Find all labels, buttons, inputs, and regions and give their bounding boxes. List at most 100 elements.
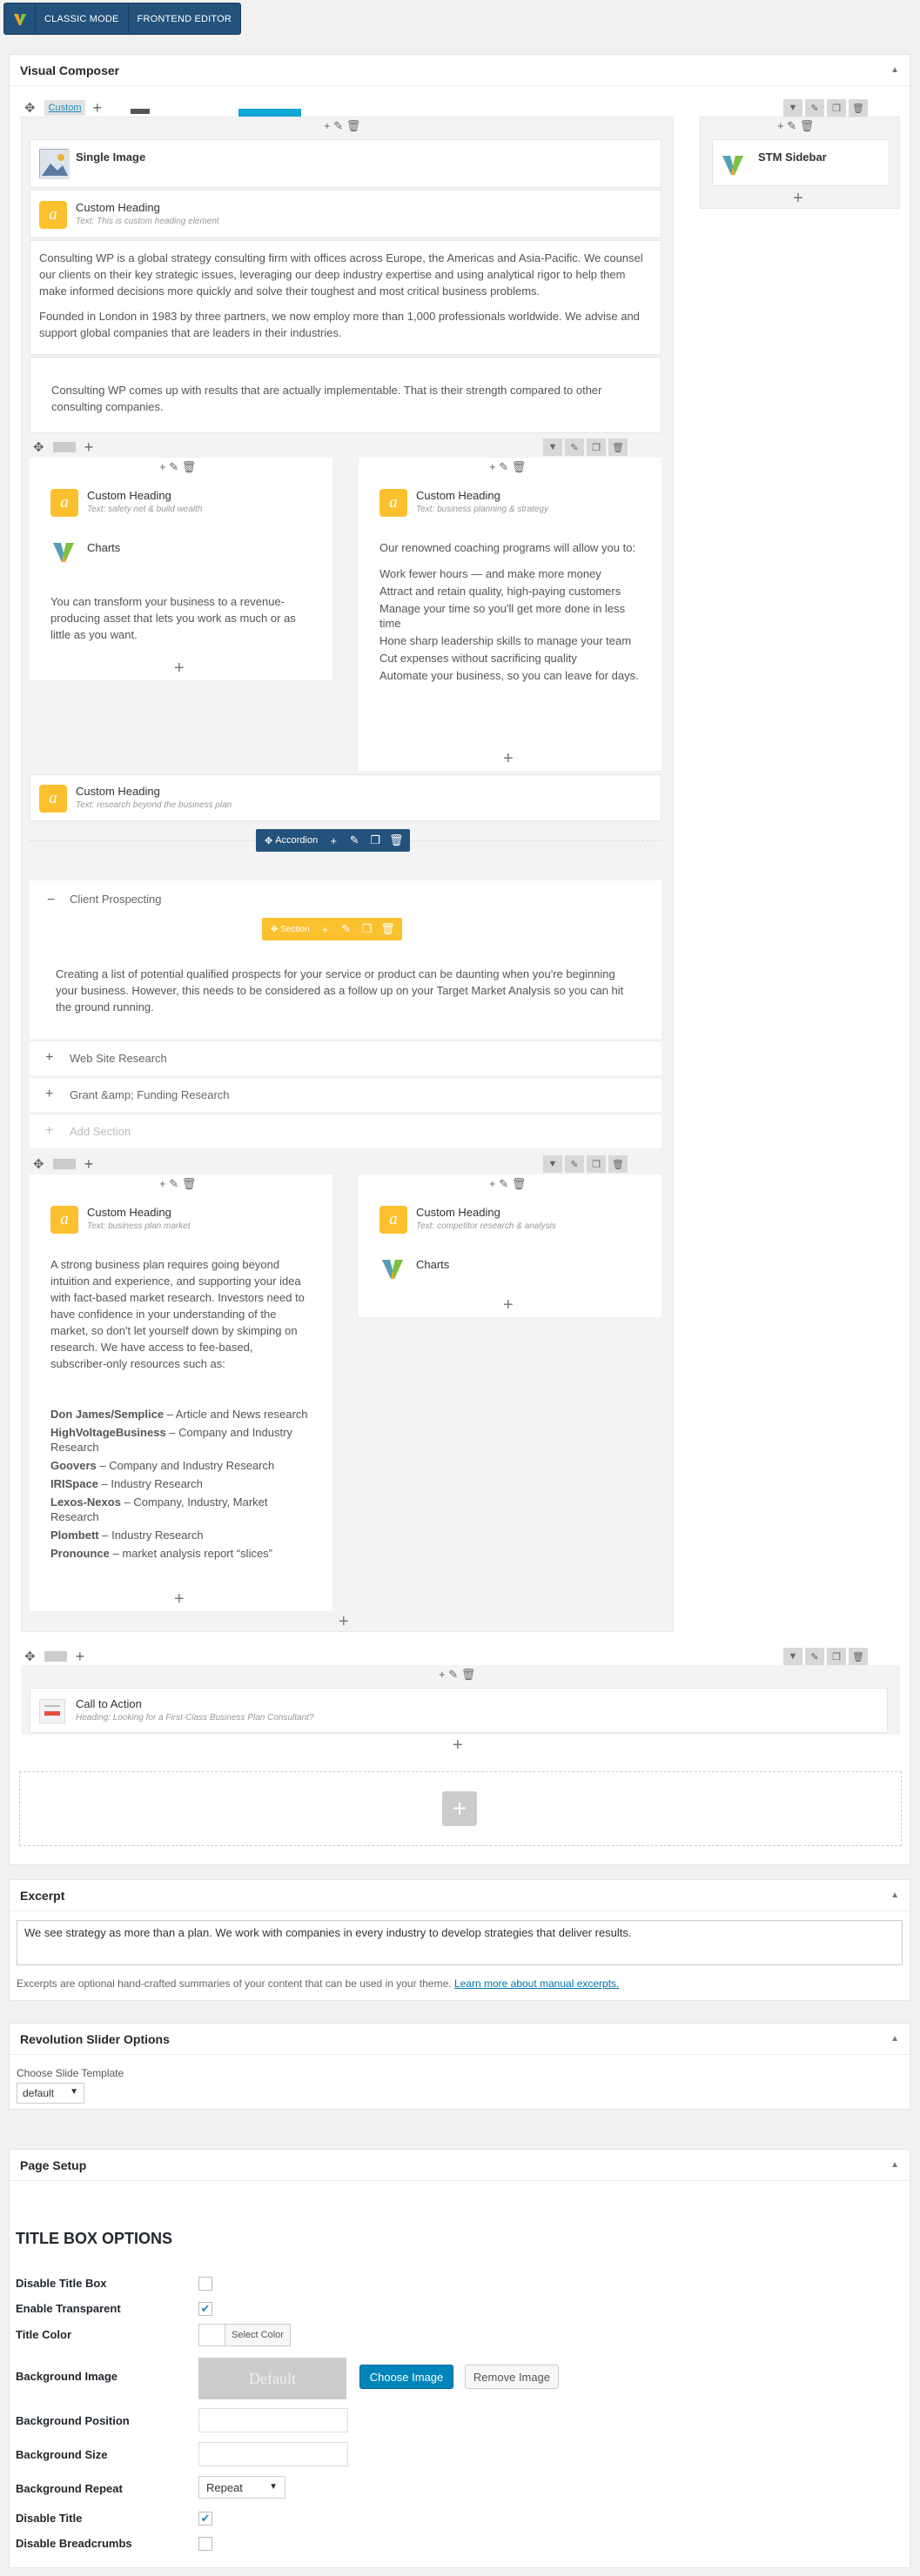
accordion-section-closed[interactable]: + Grant &amp; Funding Research [30,1077,661,1112]
move-icon[interactable]: ✥ [33,1158,44,1171]
row-clone-icon[interactable]: ❐ [587,1155,606,1173]
slide-template-select[interactable]: default ▼ [17,2083,84,2104]
accordion-section-closed[interactable]: + Web Site Research [30,1040,661,1075]
row-edit-icon[interactable]: ✎ [805,99,824,117]
sidebar-column-controls[interactable]: + ✎ 🗑 [777,120,814,131]
row-clone-icon[interactable]: ❐ [587,438,606,456]
background-size-input[interactable] [198,2442,348,2466]
charts-element-title[interactable]: Charts [87,541,120,554]
move-icon[interactable]: ✥ [24,102,36,115]
inner-row-layout-button[interactable] [52,1159,76,1169]
column-controls[interactable]: + ✎ 🗑 [489,461,526,472]
row-layout-button[interactable] [44,1651,67,1662]
section-move-icon[interactable]: ✥ Section [265,920,315,939]
add-element-icon[interactable]: + [503,750,514,767]
custom-heading-element[interactable]: Custom Heading Text: safety net & build … [87,489,203,514]
background-position-input[interactable] [198,2408,348,2432]
vc-panel-header[interactable]: Visual Composer ▲ [10,55,910,86]
collapse-toggle-icon[interactable]: ▲ [890,2160,899,2170]
row-clone-icon[interactable]: ❐ [827,99,846,117]
section-edit-icon[interactable]: ✎ [336,920,357,939]
text-block-element[interactable]: A strong business plan requires going be… [50,1256,312,1564]
collapse-toggle-icon[interactable]: ▲ [890,1890,899,1900]
add-column-icon[interactable]: + [84,1156,94,1172]
section-title[interactable]: Client Prospecting [70,893,162,906]
custom-heading-element[interactable]: Custom Heading Text: business plan marke… [87,1206,191,1231]
section-expand-icon[interactable]: + [45,1050,53,1066]
custom-heading-element[interactable]: a Custom Heading Text: research beyond t… [30,774,661,821]
add-element-icon[interactable]: + [453,1736,463,1754]
add-column-icon[interactable]: + [84,439,94,455]
text-block-paragraph[interactable]: You can transform your business to a rev… [50,593,312,643]
excerpt-panel-header[interactable]: Excerpt ▲ [10,1880,910,1911]
call-to-action-element[interactable]: Call to Action Heading: Looking for a Fi… [30,1688,888,1733]
section-clone-icon[interactable]: ❐ [357,920,378,939]
collapse-toggle-icon[interactable]: ▲ [890,65,899,75]
revslider-panel-header[interactable]: Revolution Slider Options ▲ [10,2024,910,2055]
excerpt-help-link[interactable]: Learn more about manual excerpts. [454,1977,619,1990]
classic-mode-button[interactable]: CLASSIC MODE [36,3,128,34]
charts-element-title[interactable]: Charts [416,1258,449,1271]
add-column-icon[interactable]: + [76,1649,85,1664]
accordion-clone-icon[interactable]: ❐ [365,831,386,850]
add-column-icon[interactable]: + [92,100,102,116]
accordion-move-icon[interactable]: ✥ Accordion [259,831,323,850]
accordion-edit-icon[interactable]: ✎ [344,831,365,850]
section-add-icon[interactable]: + [315,920,336,939]
disable-title-checkbox[interactable]: ✔ [198,2512,212,2526]
row-toggle-icon[interactable]: ▼ [783,1648,802,1665]
text-block-element[interactable]: Our renowned coaching programs will allo… [379,539,641,686]
custom-heading-element[interactable]: a Custom Heading Text: This is custom he… [30,190,661,238]
single-image-element[interactable]: Single Image [30,139,661,188]
enable-transparent-checkbox[interactable]: ✔ [198,2302,212,2316]
text-block-element[interactable]: Consulting WP comes up with results that… [30,357,661,433]
row-edit-icon[interactable]: ✎ [565,1155,584,1173]
collapse-toggle-icon[interactable]: ▲ [890,2034,899,2044]
page-setup-panel-header[interactable]: Page Setup ▲ [10,2150,910,2181]
row-edit-icon[interactable]: ✎ [565,438,584,456]
column-controls[interactable]: + ✎ 🗑 [159,1178,196,1189]
row-clone-icon[interactable]: ❐ [827,1648,846,1665]
move-icon[interactable]: ✥ [33,441,44,454]
custom-heading-element[interactable]: Custom Heading Text: business planning &… [416,489,548,514]
accordion-delete-icon[interactable]: 🗑 [386,831,406,850]
remove-image-button[interactable]: Remove Image [465,2365,559,2389]
frontend-editor-button[interactable]: FRONTEND EDITOR [127,3,241,34]
row-delete-icon[interactable]: 🗑 [849,99,868,117]
row-delete-icon[interactable]: 🗑 [608,1155,628,1173]
column-controls[interactable]: + ✎ 🗑 [324,120,360,131]
inner-row-layout-button[interactable] [52,442,76,452]
add-element-icon[interactable]: + [339,1613,349,1630]
add-element-icon[interactable]: + [174,659,185,677]
add-element-icon[interactable]: + [793,190,803,207]
custom-heading-element[interactable]: Custom Heading Text: competitor research… [416,1206,556,1231]
add-element-icon[interactable]: + [503,1296,514,1314]
add-section-button[interactable]: + Add Section [30,1114,661,1148]
section-expand-icon[interactable]: + [45,1087,53,1102]
text-block-element[interactable]: Consulting WP is a global strategy consu… [30,240,661,355]
add-element-icon[interactable]: + [174,1590,185,1608]
row1-layout-button[interactable]: Custom [44,100,86,116]
add-row-button[interactable]: + [442,1791,477,1826]
row-delete-icon[interactable]: 🗑 [849,1648,868,1665]
section-collapse-icon[interactable]: − [47,893,55,908]
disable-title-box-checkbox[interactable] [198,2277,212,2291]
select-color-button[interactable]: Select Color [225,2325,290,2345]
stm-sidebar-element[interactable]: STM Sidebar [712,139,890,186]
row-toggle-icon[interactable]: ▼ [543,438,562,456]
row-toggle-icon[interactable]: ▼ [783,99,802,117]
title-color-picker[interactable]: Select Color [198,2324,291,2346]
row-delete-icon[interactable]: 🗑 [608,438,628,456]
excerpt-textarea[interactable]: We see strategy as more than a plan. We … [17,1920,903,1965]
accordion-add-icon[interactable]: + [323,831,344,850]
column-controls[interactable]: + ✎ 🗑 [489,1178,526,1189]
background-repeat-select[interactable]: Repeat ▼ [198,2476,285,2499]
section-delete-icon[interactable]: 🗑 [378,920,399,939]
choose-image-button[interactable]: Choose Image [359,2365,453,2389]
section-text[interactable]: Creating a list of potential qualified p… [56,966,639,1015]
column-controls[interactable]: + ✎ 🗑 [439,1669,475,1680]
disable-breadcrumbs-checkbox[interactable] [198,2537,212,2551]
move-icon[interactable]: ✥ [24,1650,36,1663]
column-controls[interactable]: + ✎ 🗑 [159,461,196,472]
row-edit-icon[interactable]: ✎ [805,1648,824,1665]
